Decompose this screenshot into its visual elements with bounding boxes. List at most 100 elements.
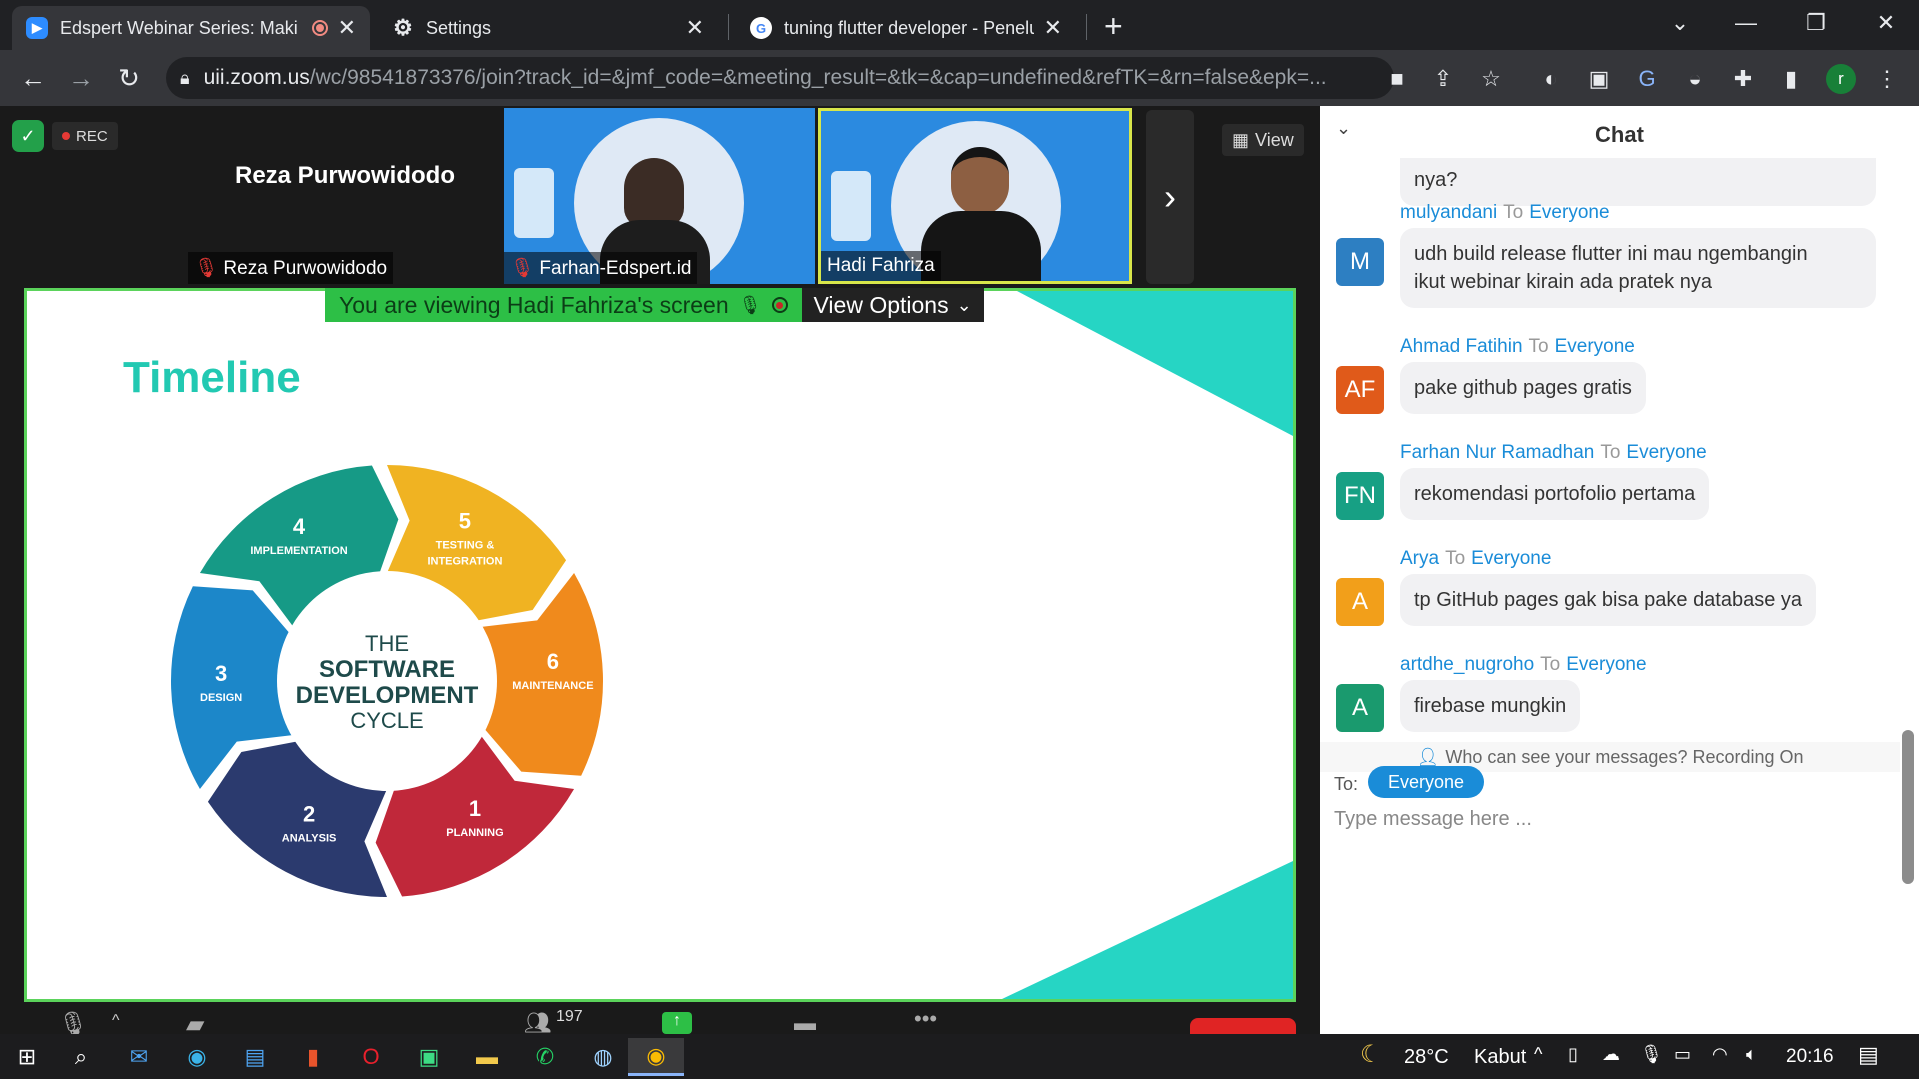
more-icon[interactable]: ••• (914, 1006, 937, 1032)
participant-count: 197 (556, 1008, 583, 1025)
tab-settings[interactable]: ⚙ Settings ✕ (378, 6, 718, 50)
chevron-up-icon[interactable]: ^ (112, 1012, 120, 1030)
profile-avatar[interactable]: r (1826, 64, 1856, 94)
view-button[interactable]: ▦ View (1222, 124, 1304, 156)
message-header: artdhe_nugroho To Everyone (1400, 654, 1647, 676)
translate-icon[interactable]: G (1632, 64, 1662, 94)
mail-icon[interactable]: ✉ (116, 1038, 162, 1076)
close-tab-icon[interactable]: ✕ (1044, 15, 1062, 41)
leave-button[interactable] (1190, 1018, 1296, 1034)
shield-icon[interactable]: ✓ (12, 120, 44, 152)
chat-scrollbar[interactable] (1902, 730, 1914, 884)
view-options-button[interactable]: View Options ⌄ (801, 288, 984, 322)
sender-name[interactable]: artdhe_nugroho (1400, 654, 1534, 675)
person-lock-icon: 👤︎ (1416, 746, 1440, 767)
chevron-down-icon: ⌄ (956, 294, 972, 315)
search-icon[interactable]: ⌕ (58, 1038, 104, 1076)
sender-name[interactable]: mulyandani (1400, 202, 1497, 223)
bookmark-star-icon[interactable]: ☆ (1476, 64, 1506, 94)
chat-message-list[interactable]: nya? mulyandani To Everyone Mudh build rele… (1320, 158, 1890, 738)
side-panel-icon[interactable]: ▮ (1776, 64, 1806, 94)
share-screen-icon[interactable]: ↑ (662, 1012, 692, 1034)
participant-tile-hadi[interactable]: Hadi Fahriza (818, 108, 1132, 284)
participant-tile-farhan[interactable]: 🎙︎ Farhan-Edspert.id (504, 108, 815, 284)
volume-icon[interactable]: 🔈︎ (1746, 1044, 1757, 1065)
office-icon[interactable]: ▮ (290, 1038, 336, 1076)
notification-icon[interactable]: ▤ (1858, 1042, 1879, 1068)
steam-icon[interactable]: ◍ (580, 1038, 626, 1076)
segment-label-2: INTEGRATION (427, 555, 502, 567)
extension-icon[interactable]: ◒ (1680, 64, 1710, 94)
to-word: To (1445, 548, 1466, 569)
tab-search-icon[interactable]: ⌄ (1660, 10, 1700, 36)
opera-icon[interactable]: O (348, 1038, 394, 1076)
edge-icon[interactable]: ◉ (174, 1038, 220, 1076)
address-bar[interactable]: 🔒︎ uii.zoom.us /wc/98541873376/join?trac… (166, 57, 1394, 99)
to-word: To (1600, 442, 1621, 463)
close-tab-icon[interactable]: ✕ (686, 15, 704, 41)
tab-google-search[interactable]: G tuning flutter developer - Penelu ✕ (736, 6, 1076, 50)
camera-icon[interactable]: ■ (1382, 64, 1412, 94)
avatar: M (1336, 238, 1384, 286)
windows-start-icon[interactable]: ⊞ (4, 1038, 50, 1076)
cloud-icon[interactable]: ☁ (1602, 1044, 1620, 1065)
sender-name[interactable]: Farhan Nur Ramadhan (1400, 442, 1594, 463)
mic-muted-icon: 🎙︎ (194, 258, 219, 279)
avatar: FN (1336, 472, 1384, 520)
browser-toolbar: ← → ↻ 🔒︎ uii.zoom.us /wc/98541873376/joi… (0, 50, 1919, 106)
segment-label: PLANNING (446, 827, 503, 839)
wifi-icon[interactable]: ◠ (1712, 1044, 1728, 1065)
message-header: Farhan Nur Ramadhan To Everyone (1400, 442, 1707, 464)
chat-icon[interactable]: ▬ (794, 1010, 816, 1036)
chrome-icon[interactable]: ◉ (628, 1038, 684, 1076)
recipient-selector[interactable]: Everyone (1368, 766, 1485, 798)
share-icon[interactable]: ⇪ (1428, 64, 1458, 94)
avatar: A (1336, 684, 1384, 732)
message-input[interactable]: Type message here ... (1334, 802, 1894, 842)
segment-number: 1 (469, 796, 481, 821)
tab-separator (1086, 14, 1087, 40)
puzzle-icon[interactable]: ✚ (1728, 64, 1758, 94)
reload-icon[interactable]: ↻ (112, 62, 146, 96)
restore-icon[interactable]: ❐ (1796, 10, 1836, 36)
participants-icon[interactable]: 👥︎ (524, 1010, 552, 1036)
weather-temp: 28°C (1404, 1046, 1449, 1068)
record-dot-icon (62, 132, 70, 140)
store-icon[interactable]: ▤ (232, 1038, 278, 1076)
microphone-icon[interactable]: 🎙︎ (1640, 1044, 1663, 1065)
extension-icon[interactable]: ◐ (1536, 64, 1566, 94)
participant-tile-reza[interactable]: Reza Purwowidodo 🎙︎ Reza Purwowidodo (188, 108, 502, 284)
clock[interactable]: 20:16 (1786, 1046, 1834, 1068)
file-explorer-icon[interactable]: ▬ (464, 1038, 510, 1076)
gear-icon: ⚙ (393, 15, 413, 40)
sender-name[interactable]: Arya (1400, 548, 1439, 569)
screen-share-banner: You are viewing Hadi Fahriza's screen 🎙︎… (325, 288, 984, 322)
mic-muted-icon: 🎙︎ (510, 258, 535, 279)
whatsapp-icon[interactable]: ✆ (522, 1038, 568, 1076)
chevron-up-icon[interactable]: ^ (1534, 1044, 1542, 1065)
close-window-icon[interactable]: ✕ (1866, 10, 1906, 36)
tab-edspert-webinar[interactable]: ▶ Edspert Webinar Series: Maki ✕ (12, 6, 370, 50)
battery-icon[interactable]: ▭ (1674, 1044, 1691, 1065)
next-page-arrow-icon[interactable]: › (1146, 110, 1194, 284)
tab-title: Edspert Webinar Series: Maki (60, 17, 298, 38)
center-text-line2: SOFTWARE (319, 656, 455, 683)
chat-bubble: tp GitHub pages gak bisa pake database y… (1400, 574, 1817, 626)
close-tab-icon[interactable]: ✕ (338, 15, 356, 41)
new-tab-button[interactable]: + (1104, 8, 1123, 45)
video-person (951, 147, 1009, 215)
message-line: tp GitHub pages gak bisa pake database y… (1414, 589, 1803, 611)
chat-bubble: rekomendasi portofolio pertama (1400, 468, 1710, 520)
android-studio-icon[interactable]: ▣ (406, 1038, 452, 1076)
tab-separator (728, 14, 729, 40)
back-icon[interactable]: ← (16, 62, 50, 96)
forward-icon[interactable]: → (64, 62, 98, 96)
center-text-line4: CYCLE (350, 708, 423, 733)
minimize-icon[interactable]: — (1726, 10, 1766, 36)
menu-icon[interactable]: ⋮ (1872, 64, 1902, 94)
extension-icon[interactable]: ▣ (1584, 64, 1614, 94)
participant-caption: 🎙︎ Farhan-Edspert.id (504, 252, 698, 284)
sender-name[interactable]: Ahmad Fatihin (1400, 336, 1523, 357)
device-icon[interactable]: ▯ (1568, 1044, 1578, 1065)
avatar: AF (1336, 366, 1384, 414)
